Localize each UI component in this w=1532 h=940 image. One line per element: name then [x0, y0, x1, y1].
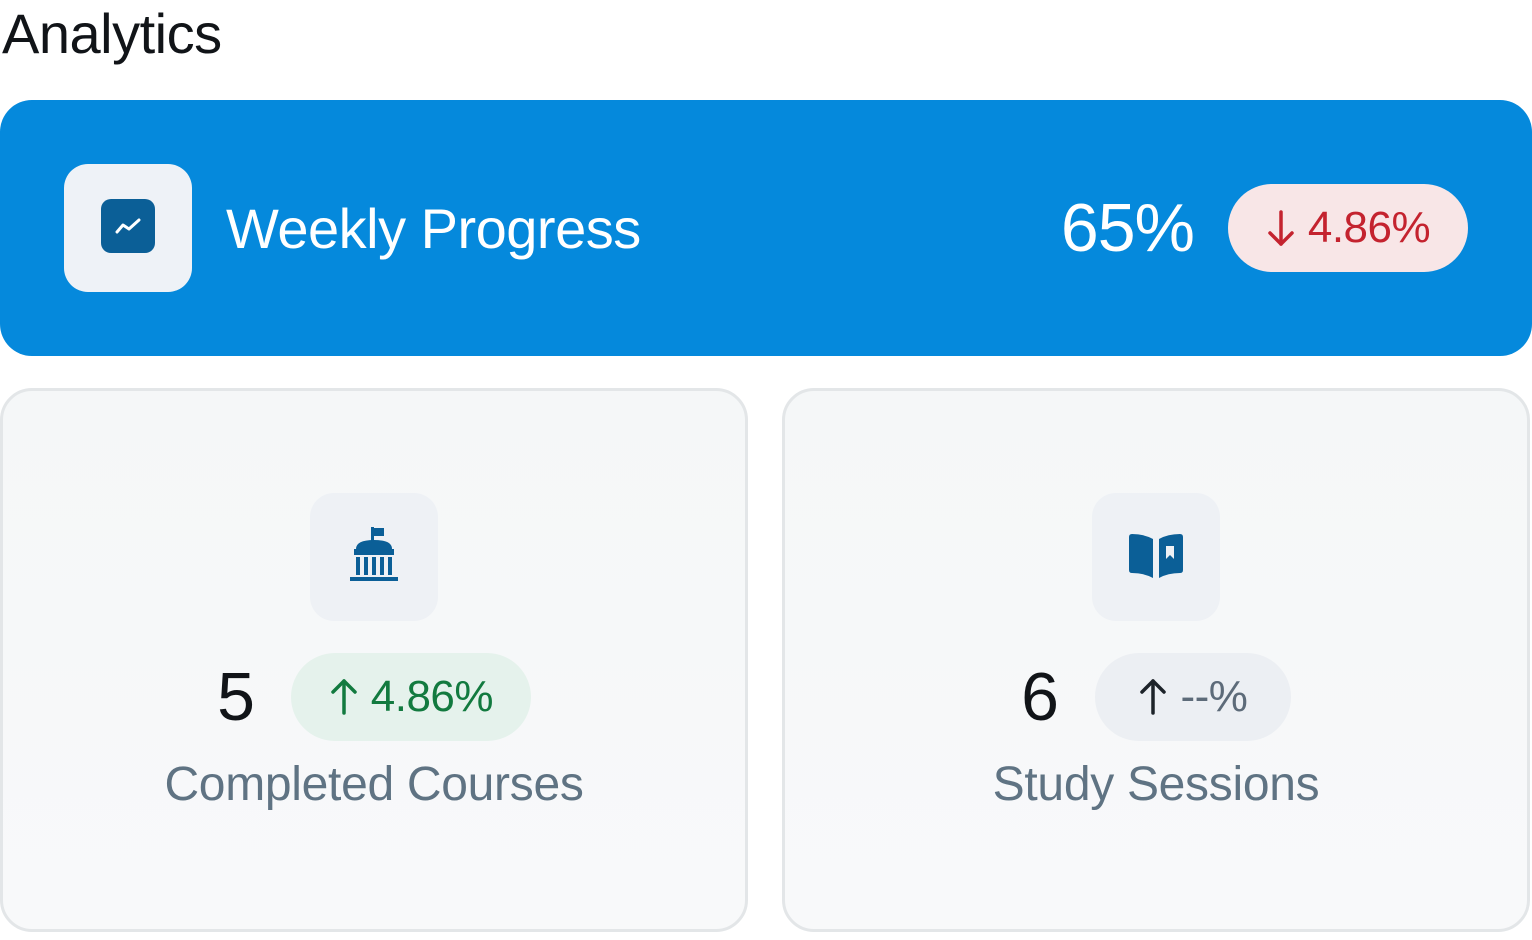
analytics-page: Analytics Weekly Progress 65% 4.86% 5 4.… [0, 0, 1532, 940]
weekly-progress-title: Weekly Progress [226, 196, 641, 260]
completed-courses-value: 5 [217, 659, 255, 735]
arrow-up-icon [329, 677, 359, 717]
completed-courses-card[interactable]: 5 4.86% Completed Courses [0, 388, 748, 932]
weekly-progress-card[interactable]: Weekly Progress 65% 4.86% [0, 100, 1532, 356]
completed-courses-change-value: 4.86% [370, 672, 494, 721]
study-sessions-label: Study Sessions [992, 758, 1320, 811]
study-sessions-change-value: --% [1180, 672, 1248, 721]
weekly-progress-change-badge: 4.86% [1228, 184, 1468, 272]
completed-courses-value-row: 5 4.86% [217, 653, 531, 741]
trend-line-icon [101, 198, 155, 258]
institution-flag-icon [344, 525, 404, 590]
arrow-up-icon [1138, 677, 1168, 717]
weekly-progress-value: 65% [1060, 190, 1195, 266]
completed-courses-label: Completed Courses [164, 758, 584, 811]
study-sessions-value: 6 [1021, 659, 1059, 735]
study-sessions-value-row: 6 --% [1021, 653, 1291, 741]
completed-courses-change-badge: 4.86% [290, 653, 531, 741]
weekly-progress-change-value: 4.86% [1307, 203, 1431, 252]
page-title: Analytics [2, 2, 222, 65]
completed-courses-icon-box [310, 493, 438, 621]
study-sessions-icon-box [1092, 493, 1220, 621]
study-sessions-change-badge: --% [1094, 653, 1291, 741]
arrow-down-icon [1266, 208, 1296, 248]
study-sessions-card[interactable]: 6 --% Study Sessions [782, 388, 1530, 932]
weekly-progress-icon-box [64, 164, 192, 292]
open-book-bookmark-icon [1126, 525, 1186, 590]
